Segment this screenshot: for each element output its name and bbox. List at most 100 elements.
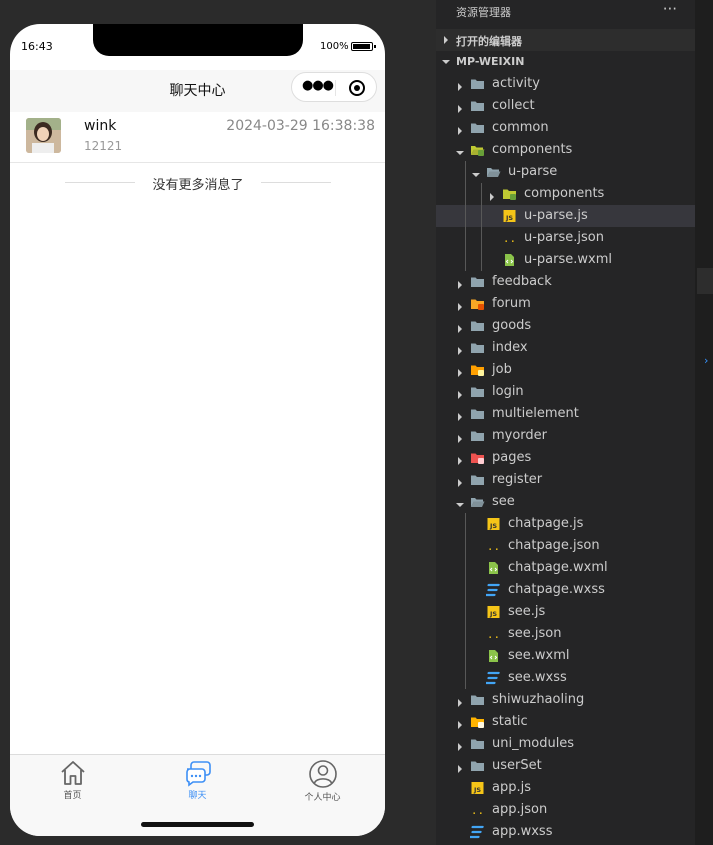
tree-file[interactable]: see.wxss xyxy=(436,667,695,689)
tree-file[interactable]: {..} app.json xyxy=(436,799,695,821)
editor-edge-tab[interactable] xyxy=(697,268,713,294)
tree-folder[interactable]: collect xyxy=(436,95,695,117)
tree-folder[interactable]: forum xyxy=(436,293,695,315)
chevron-right-icon[interactable] xyxy=(456,388,464,403)
section-label: 打开的编辑器 xyxy=(456,35,522,48)
battery-icon xyxy=(351,42,376,51)
tab-chat[interactable]: 聊天 xyxy=(135,759,260,809)
tree-item-label: myorder xyxy=(492,428,548,443)
tree-folder[interactable]: job xyxy=(436,359,695,381)
tree-item-label: index xyxy=(492,340,528,355)
folder-icon xyxy=(470,275,485,289)
tree-item-label: chatpage.wxml xyxy=(508,560,608,575)
tree-file[interactable]: {..} chatpage.json xyxy=(436,535,695,557)
chevron-right-icon[interactable] xyxy=(456,432,464,447)
close-circle-icon[interactable] xyxy=(349,80,365,96)
chevron-right-icon[interactable] xyxy=(456,344,464,359)
section-project[interactable]: MP-WEIXIN xyxy=(436,51,695,73)
tree-file[interactable]: see.wxml xyxy=(436,645,695,667)
wxml-file-icon xyxy=(486,561,501,575)
chevron-right-icon[interactable] xyxy=(456,410,464,425)
chat-time: 2024-03-29 16:38:38 xyxy=(226,118,375,134)
tree-item-label: app.wxss xyxy=(492,824,553,839)
svg-text:JS: JS xyxy=(505,214,513,222)
navigation-bar: 聊天中心 ●●● xyxy=(10,70,385,112)
folder-icon xyxy=(470,737,485,751)
tree-file[interactable]: u-parse.wxml xyxy=(436,249,695,271)
tree-file[interactable]: chatpage.wxml xyxy=(436,557,695,579)
capsule-menu[interactable]: ●●● xyxy=(291,72,377,102)
tree-folder[interactable]: see xyxy=(436,491,695,513)
chevron-right-icon[interactable] xyxy=(456,102,464,117)
capsule-divider xyxy=(335,80,336,96)
svg-text:{..}: {..} xyxy=(502,232,517,245)
no-more-text: 没有更多消息了 xyxy=(152,178,244,193)
tab-home[interactable]: 首页 xyxy=(10,759,135,809)
tree-folder[interactable]: activity xyxy=(436,73,695,95)
tree-folder[interactable]: u-parse xyxy=(436,161,695,183)
tab-profile[interactable]: 个人中心 xyxy=(260,759,385,809)
chevron-right-icon[interactable] xyxy=(456,278,464,293)
tree-item-label: userSet xyxy=(492,758,542,773)
tree-folder[interactable]: uni_modules xyxy=(436,733,695,755)
tree-file[interactable]: JS chatpage.js xyxy=(436,513,695,535)
chevron-right-icon[interactable] xyxy=(456,718,464,733)
pages-folder-icon xyxy=(470,451,485,465)
tree-folder[interactable]: components xyxy=(436,183,695,205)
more-dots-icon[interactable]: ●●● xyxy=(302,78,334,93)
tree-folder[interactable]: userSet xyxy=(436,755,695,777)
tree-file[interactable]: chatpage.wxss xyxy=(436,579,695,601)
job-folder-icon xyxy=(470,363,485,377)
tree-item-label: multielement xyxy=(492,406,579,421)
chevron-right-icon[interactable] xyxy=(456,454,464,469)
tree-item-label: u-parse.wxml xyxy=(524,252,612,267)
tree-file[interactable]: app.wxss xyxy=(436,821,695,843)
tree-folder[interactable]: components xyxy=(436,139,695,161)
phone-simulator: 16:43 100% 聊天中心 ●●● wink 12121 2024-03-2… xyxy=(10,24,385,836)
folder-icon xyxy=(470,473,485,487)
tree-file[interactable]: {..} u-parse.json xyxy=(436,227,695,249)
no-more-divider: 没有更多消息了 xyxy=(65,174,331,193)
chevron-right-icon[interactable] xyxy=(456,80,464,95)
tree-folder[interactable]: feedback xyxy=(436,271,695,293)
tree-folder[interactable]: pages xyxy=(436,447,695,469)
chevron-right-icon[interactable] xyxy=(456,476,464,491)
chevron-right-icon[interactable] xyxy=(456,300,464,315)
chevron-right-icon[interactable] xyxy=(456,124,464,139)
explorer-panel: 资源管理器 ··· 打开的编辑器 MP-WEIXIN activity colle… xyxy=(436,0,695,845)
tree-file[interactable]: JS u-parse.js xyxy=(436,205,695,227)
wxss-file-icon xyxy=(484,671,501,685)
json-file-icon: {..} xyxy=(480,539,507,553)
chevron-right-icon[interactable]: › xyxy=(704,354,708,367)
more-actions-icon[interactable]: ··· xyxy=(663,0,677,18)
tree-folder[interactable]: index xyxy=(436,337,695,359)
tree-folder[interactable]: login xyxy=(436,381,695,403)
chevron-down-icon[interactable] xyxy=(456,498,464,513)
chevron-right-icon[interactable] xyxy=(456,322,464,337)
tree-folder[interactable]: shiwuzhaoling xyxy=(436,689,695,711)
chevron-right-icon[interactable] xyxy=(456,366,464,381)
chat-list-item[interactable]: wink 12121 2024-03-29 16:38:38 xyxy=(10,112,385,163)
chevron-down-icon[interactable] xyxy=(456,146,464,161)
chevron-right-icon[interactable] xyxy=(456,762,464,777)
section-open-editors[interactable]: 打开的编辑器 xyxy=(436,29,695,51)
chevron-down-icon[interactable] xyxy=(472,168,480,183)
chevron-right-icon[interactable] xyxy=(456,740,464,755)
tree-folder[interactable]: static xyxy=(436,711,695,733)
tree-folder[interactable]: common xyxy=(436,117,695,139)
tree-folder[interactable]: multielement xyxy=(436,403,695,425)
folder-icon xyxy=(470,429,485,443)
tree-file[interactable]: {..} see.json xyxy=(436,623,695,645)
wxss-file-icon xyxy=(484,583,501,597)
home-indicator xyxy=(141,822,254,827)
tree-folder[interactable]: myorder xyxy=(436,425,695,447)
tree-file[interactable]: JS see.js xyxy=(436,601,695,623)
tab-label: 聊天 xyxy=(188,791,207,801)
tree-folder[interactable]: register xyxy=(436,469,695,491)
chat-name: wink xyxy=(84,118,117,134)
tree-file[interactable]: JS app.js xyxy=(436,777,695,799)
tree-folder[interactable]: goods xyxy=(436,315,695,337)
chevron-right-icon[interactable] xyxy=(456,696,464,711)
chevron-right-icon[interactable] xyxy=(488,190,496,205)
tab-label: 首页 xyxy=(63,791,82,801)
